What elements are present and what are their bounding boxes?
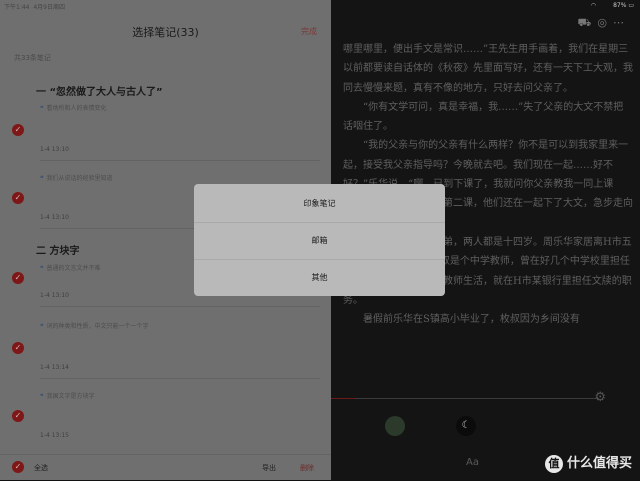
- note-date-3: 1-4 13:10: [40, 292, 69, 299]
- option-other[interactable]: 其他: [194, 259, 445, 296]
- note-quote-4[interactable]: ❝ 词的种类和性质，中文只能一个一个字: [40, 322, 310, 332]
- watermark: 值什么值得买: [544, 452, 632, 473]
- paragraph: 哪里哪里，便出手文是常识……”王先生用手画着，我们在星期三以前都要读自话体的《秋…: [343, 44, 633, 94]
- headphones-icon[interactable]: ◎: [597, 16, 613, 29]
- note-checkbox-3[interactable]: ✓: [12, 272, 24, 284]
- more-icon[interactable]: ⋯: [613, 16, 630, 29]
- note-date-1: 1-4 13:10: [40, 146, 69, 153]
- note-checkbox-1[interactable]: ✓: [12, 124, 24, 136]
- note-date-4: 1-4 13:14: [40, 364, 69, 371]
- quote-icon: ❝: [40, 175, 44, 182]
- delete-button[interactable]: 删除: [300, 463, 314, 473]
- done-button[interactable]: 完成: [301, 26, 317, 37]
- quote-icon: ❝: [40, 105, 44, 112]
- divider: [40, 160, 320, 161]
- paragraph: 暑假前乐华在S镇高小毕业了，枚叔因为乡间没有: [363, 314, 580, 326]
- note-date-5: 1-4 13:15: [40, 432, 69, 439]
- section-title-2: 二 方块字: [36, 246, 80, 257]
- moon-icon: ☾: [461, 420, 471, 431]
- note-quote-5[interactable]: ❝ 我国文字是方块字: [40, 392, 310, 402]
- brightness-slider[interactable]: [331, 398, 599, 399]
- quote-icon: ❝: [40, 393, 44, 400]
- gear-icon[interactable]: ⚙: [594, 390, 606, 405]
- paragraph: “你有文学可问，真是幸福，我……”失了父亲的大文不禁把话咽住了。: [343, 101, 624, 133]
- divider: [40, 378, 320, 379]
- reader-top-icons: ⛟◎⋯: [578, 16, 630, 31]
- battery-indicator: 87% ▭: [613, 2, 634, 9]
- theme-green-button[interactable]: [385, 416, 405, 436]
- export-button[interactable]: 导出: [262, 463, 276, 473]
- notes-footer: ✓ 全选 导出 删除: [0, 454, 331, 481]
- select-all-label[interactable]: 全选: [34, 463, 48, 473]
- notes-header: 选择笔记(33) 完成: [0, 12, 331, 50]
- notes-title: 选择笔记(33): [132, 26, 199, 39]
- night-mode-button[interactable]: ☾: [456, 416, 476, 436]
- font-settings-button[interactable]: Aa: [466, 457, 479, 468]
- note-quote-1[interactable]: ❝ 看场所和人的表情变化: [40, 104, 310, 114]
- cart-icon[interactable]: ⛟: [578, 16, 598, 29]
- section-title-1: 一 “忽然做了大人与古人了”: [36, 87, 163, 98]
- note-checkbox-2[interactable]: ✓: [12, 192, 24, 204]
- status-time-date: 下午1:44 4月9日周四: [4, 4, 65, 11]
- note-checkbox-4[interactable]: ✓: [12, 342, 24, 354]
- status-bar: 下午1:44 4月9日周四 ◠ 87% ▭: [0, 0, 640, 12]
- slider-fill: [331, 398, 355, 399]
- divider: [40, 306, 320, 307]
- notes-count: 共33条笔记: [14, 54, 51, 62]
- note-quote-2[interactable]: ❝ 我们从说话的经验里知道: [40, 174, 310, 184]
- quote-icon: ❝: [40, 265, 44, 272]
- note-date-2: 1-4 13:10: [40, 214, 69, 221]
- option-email[interactable]: 邮箱: [194, 222, 445, 259]
- watermark-logo: 值: [544, 454, 563, 473]
- option-evernote[interactable]: 印象笔记: [194, 186, 445, 222]
- quote-icon: ❝: [40, 323, 44, 330]
- note-checkbox-5[interactable]: ✓: [12, 410, 24, 422]
- export-dialog: 印象笔记 邮箱 其他: [194, 184, 445, 296]
- select-all-checkbox[interactable]: ✓: [12, 461, 24, 473]
- wifi-icon: ◠: [590, 2, 596, 9]
